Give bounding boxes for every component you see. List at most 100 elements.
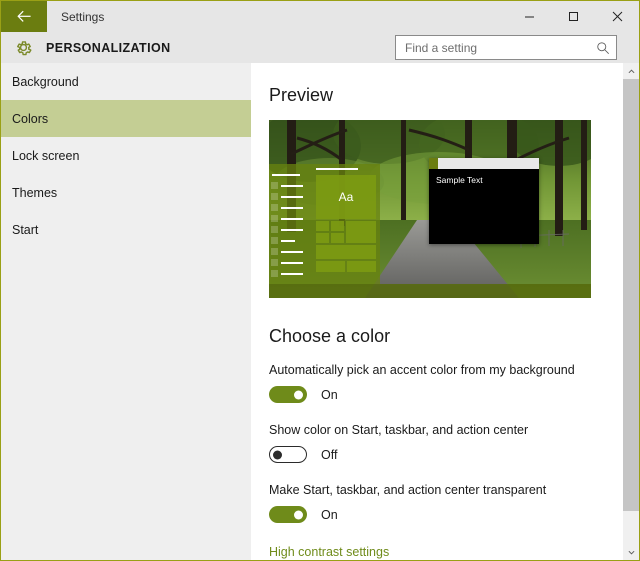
start-menu-list-item [269,247,311,256]
tile-small [347,261,376,272]
start-menu-list-item [269,203,311,212]
tile-small [316,221,329,231]
high-contrast-settings-link[interactable]: High contrast settings [269,545,389,559]
tile-group-header-line [316,168,358,170]
scrollbar-down-button[interactable] [623,544,639,560]
app-name-line [281,261,303,264]
app-square-icon [271,182,278,189]
app-square-icon [271,226,278,233]
start-menu-tiles: Aa [316,168,376,272]
sidebar-item-label: Colors [12,111,49,126]
sidebar: Background Colors Lock screen Themes Sta… [1,63,251,560]
search-icon[interactable] [596,41,610,55]
tile-small [331,221,344,231]
body-area: Background Colors Lock screen Themes Sta… [1,63,639,560]
sidebar-item-colors[interactable]: Colors [1,100,251,137]
start-menu-list-item [269,192,311,201]
app-name-line [281,195,303,198]
start-menu-list-item [269,258,311,267]
app-square-icon [271,270,278,277]
close-button[interactable] [595,1,639,32]
app-square-icon [271,259,278,266]
sidebar-item-label: Themes [12,185,58,200]
start-menu-list-item [269,181,311,190]
setting-row-transparent: On [269,506,639,523]
tile-aa-label: Aa [338,190,354,204]
toggle-state-show-color: Off [321,447,338,462]
tile-row [316,221,376,243]
app-name-line [281,250,303,253]
gear-icon [12,37,34,59]
sidebar-item-label: Background [12,74,79,89]
app-square-icon [271,215,278,222]
app-name-line [281,184,303,187]
chevron-up-icon [628,68,634,73]
app-square-icon [271,193,278,200]
scrollbar-track[interactable] [623,79,639,544]
minimize-icon [524,16,534,18]
tile-wide [346,221,376,243]
close-icon [612,11,622,22]
start-menu-app-list [269,164,311,284]
app-name-line [281,239,295,242]
tile-small [331,233,344,243]
toggle-state-auto-accent: On [321,387,338,402]
tile-small [316,261,345,272]
vertical-scrollbar[interactable] [623,63,639,560]
start-menu-user-line [272,174,300,176]
scrollbar-up-button[interactable] [623,63,639,79]
page-title: PERSONALIZATION [46,40,171,55]
app-name-line [281,228,303,231]
settings-window: Settings PERSONALIZATION Find a setting … [0,0,640,561]
start-menu-list-item [269,236,311,245]
scrollbar-thumb[interactable] [623,79,639,511]
sidebar-item-start[interactable]: Start [1,211,251,248]
sidebar-item-label: Start [12,222,39,237]
search-input[interactable] [405,40,596,55]
setting-label-show-color: Show color on Start, taskbar, and action… [269,423,529,437]
back-arrow-icon [16,10,31,22]
back-button[interactable] [1,1,47,32]
toggle-transparent[interactable] [269,506,307,523]
sample-window-titlebar [429,158,539,169]
title-bar: Settings [1,1,639,32]
choose-color-heading: Choose a color [269,326,391,346]
app-name-line [281,206,303,209]
tile-duo-group [316,261,376,272]
sidebar-item-themes[interactable]: Themes [1,174,251,211]
toggle-knob [294,390,303,399]
toggle-auto-accent[interactable] [269,386,307,403]
minimize-button[interactable] [507,1,551,32]
start-menu-list-item [269,214,311,223]
setting-label-transparent: Make Start, taskbar, and action center t… [269,483,547,497]
sample-window-body: Sample Text [429,169,539,244]
sample-window-app-icon [429,158,438,169]
setting-label-auto-accent: Automatically pick an accent color from … [269,363,575,377]
app-name-line [281,217,303,220]
preview-image: Aa Sample Text [269,120,591,298]
app-square-icon [271,204,278,211]
toggle-knob [273,450,282,459]
app-square-icon [271,248,278,255]
app-square-icon [271,237,278,244]
toggle-state-transparent: On [321,507,338,522]
app-name-line [281,272,303,275]
tile-bar [316,245,376,259]
toggle-knob [294,510,303,519]
setting-row-show-color: Off [269,446,639,463]
search-box[interactable] [395,35,617,60]
taskbar-preview [269,284,591,298]
preview-heading: Preview [269,85,334,105]
chevron-down-icon [628,550,634,555]
tile-small [316,233,329,243]
sidebar-item-label: Lock screen [12,148,80,163]
maximize-button[interactable] [551,1,595,32]
sidebar-item-background[interactable]: Background [1,63,251,100]
start-menu-list-item [269,269,311,278]
setting-row-auto-accent: On [269,386,639,403]
sidebar-item-lock-screen[interactable]: Lock screen [1,137,251,174]
page-header: PERSONALIZATION [1,32,639,63]
toggle-show-color[interactable] [269,446,307,463]
start-menu-list-item [269,225,311,234]
sample-text-label: Sample Text [436,175,483,185]
